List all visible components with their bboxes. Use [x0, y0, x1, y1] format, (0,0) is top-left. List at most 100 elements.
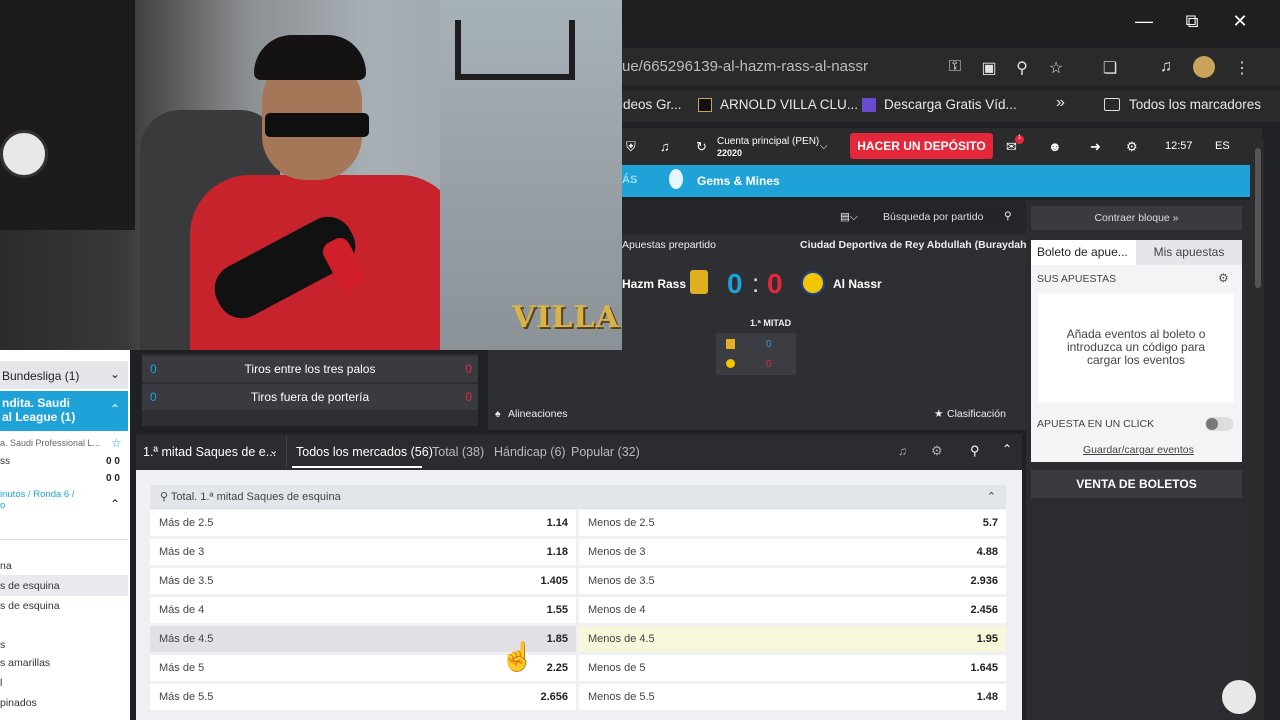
league-saudi[interactable]: ndita. Saudi al League (1) ⌃ [0, 391, 128, 431]
prematch-label: Apuestas prepartido [622, 239, 716, 251]
under-odd-cell[interactable]: Menos de 4 2.456 [579, 597, 1006, 623]
match-search-input[interactable]: Búsqueda por partido [876, 208, 1021, 228]
gear-icon[interactable]: ⚙ [1218, 271, 1229, 285]
extensions-icon[interactable]: ❏ [1099, 58, 1121, 78]
tab-popular[interactable]: Popular (32) [571, 445, 640, 459]
user-icon[interactable]: ☻ [1048, 139, 1062, 154]
market-link[interactable]: na [0, 560, 12, 572]
nav-more[interactable]: ÁS [622, 174, 637, 186]
under-odd-cell[interactable]: Menos de 5 1.645 [579, 655, 1006, 681]
over-odd-cell[interactable]: Más de 3.5 1.405 [150, 568, 576, 594]
star-icon[interactable]: ☆ [1045, 58, 1067, 78]
bell-icon[interactable]: ♫ [898, 444, 907, 458]
period-away-score: 0 [766, 359, 772, 370]
bookmarks-overflow[interactable]: » [1056, 94, 1065, 112]
market-link[interactable]: s de esquina [0, 600, 60, 612]
home-team-name: Hazm Rass [622, 277, 687, 291]
market-link[interactable]: s amarillas [0, 657, 50, 669]
over-odd-cell[interactable]: Más de 5.5 2.656 [150, 684, 576, 710]
market-group-header[interactable]: ⚲ Total. 1.ª mitad Saques de esquina ⌃ [150, 485, 1006, 509]
tab-betslip[interactable]: Boleto de apue... [1031, 240, 1136, 265]
bookmark-all[interactable]: Todos los marcadores [1129, 97, 1261, 112]
under-odd-cell[interactable]: Menos de 3.5 2.936 [579, 568, 1006, 594]
stats-icon[interactable]: ▤⌵ [840, 211, 858, 224]
media-icon[interactable]: ♫ [1155, 58, 1177, 76]
chevron-up-icon[interactable]: ⌃ [110, 497, 120, 511]
over-odd-cell[interactable]: Más de 4 1.55 [150, 597, 576, 623]
bell-icon[interactable]: ♫ [660, 139, 670, 154]
over-label: Más de 2.5 [159, 517, 214, 529]
nav-gems-mines[interactable]: Gems & Mines [697, 174, 780, 188]
standings-button[interactable]: Clasificación [947, 408, 1006, 420]
over-label: Más de 5 [159, 662, 205, 674]
over-odd-cell[interactable]: Más de 2.5 1.14 [150, 510, 576, 536]
sunglasses [265, 113, 369, 137]
stat-row: 0 Tiros entre los tres palos 0 [142, 356, 478, 382]
tab-handicap[interactable]: Hándicap (6) [494, 445, 566, 459]
chevron-down-icon[interactable]: ⌵ [820, 141, 828, 152]
bookmark-arnold-villa[interactable]: ARNOLD VILLA CLU... [720, 97, 858, 112]
lineups-button[interactable]: Alineaciones [508, 408, 568, 420]
shield-icon[interactable]: ⛨ [626, 139, 636, 155]
refresh-icon[interactable]: ↻ [696, 139, 707, 155]
minimize-icon[interactable]: — [1120, 0, 1168, 42]
round-info[interactable]: inutos / Ronda 6 / [0, 489, 74, 500]
person-hair [254, 35, 366, 80]
bookmark-videos[interactable]: ideos Gr... [620, 97, 682, 112]
stat-label: Tiros fuera de portería [250, 390, 370, 404]
market-link-active[interactable]: s de esquina [0, 575, 128, 596]
league-bundesliga[interactable]: Bundesliga (1) ⌄ [0, 361, 128, 389]
scrollbar-thumb[interactable] [1255, 148, 1261, 288]
key-icon[interactable]: ⚿ [944, 58, 966, 76]
over-label: Más de 5.5 [159, 691, 214, 703]
language-select[interactable]: ES [1215, 140, 1230, 152]
zoom-icon[interactable]: ⚲ [1011, 58, 1033, 78]
star-icon[interactable]: ☆ [111, 436, 122, 450]
market-link[interactable]: l [0, 677, 2, 689]
under-odd-cell[interactable]: Menos de 5.5 1.48 [579, 684, 1006, 710]
away-mini-logo [726, 359, 735, 368]
one-click-toggle[interactable] [1205, 417, 1233, 431]
over-label: Más de 3 [159, 546, 205, 558]
gear-icon[interactable]: ⚙ [1126, 139, 1138, 155]
tab-my-bets[interactable]: Mis apuestas [1136, 240, 1242, 265]
team-score: 0 0 [106, 473, 120, 484]
ticket-sale-button[interactable]: VENTA DE BOLETOS [1031, 470, 1242, 498]
search-icon: ⚲ [1004, 210, 1012, 222]
menu-icon[interactable]: ⋮ [1231, 58, 1253, 78]
stat-away: 0 [465, 362, 472, 376]
logout-icon[interactable]: ➜ [1090, 139, 1101, 155]
villa-logo: VILLA [512, 300, 620, 335]
account-label[interactable]: Cuenta principal (PEN) [717, 136, 819, 147]
collapse-icon[interactable]: ⌃ [1002, 442, 1012, 456]
under-odd: 1.48 [976, 691, 998, 703]
under-odd-cell[interactable]: Menos de 4.5 1.95 [579, 626, 1006, 652]
chevron-down-icon[interactable]: ⌄ [269, 444, 278, 457]
chat-icon[interactable] [1222, 680, 1256, 714]
market-link[interactable]: pinados [0, 697, 37, 709]
install-icon[interactable]: ▣ [978, 58, 1000, 78]
market-select[interactable]: 1.ª mitad Saques de e... [143, 445, 276, 459]
url-text[interactable]: ue/665296139-al-hazm-rass-al-nassr [622, 58, 868, 75]
over-odd: 2.656 [540, 691, 568, 703]
over-odd-cell[interactable]: Más de 3 1.18 [150, 539, 576, 565]
search-icon[interactable]: ⚲ [970, 443, 980, 459]
close-icon[interactable]: ✕ [1216, 0, 1264, 42]
round-info[interactable]: o [0, 500, 5, 511]
under-odd-cell[interactable]: Menos de 3 4.88 [579, 539, 1006, 565]
account-balance: 22020 [717, 148, 743, 158]
market-link[interactable]: s [0, 639, 5, 651]
collapse-block-button[interactable]: Contraer bloque » [1031, 206, 1242, 230]
restore-icon[interactable]: ⧉ [1168, 0, 1216, 42]
under-label: Menos de 3.5 [588, 575, 655, 587]
clock-time[interactable]: 12:57 [1165, 140, 1193, 152]
deposit-button[interactable]: HACER UN DEPÓSITO [850, 133, 993, 159]
tab-total[interactable]: Total (38) [432, 445, 484, 459]
under-odd-cell[interactable]: Menos de 2.5 5.7 [579, 510, 1006, 536]
tab-all-markets[interactable]: Todos los mercados (56) [296, 445, 433, 459]
bookmark-descarga[interactable]: Descarga Gratis Víd... [884, 97, 1017, 112]
profile-avatar[interactable] [1193, 56, 1215, 78]
gear-icon[interactable]: ⚙ [931, 443, 943, 459]
period-label: 1.ª MITAD [750, 318, 792, 328]
save-load-link[interactable]: Guardar/cargar eventos [1083, 444, 1194, 456]
